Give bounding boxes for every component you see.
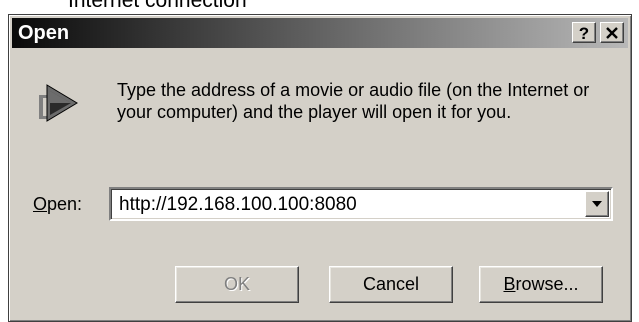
browse-accesskey: B [503, 274, 516, 294]
browse-label-rest: rowse... [515, 274, 579, 294]
open-label-rest: pen: [47, 194, 83, 214]
description-text: Type the address of a movie or audio fil… [117, 80, 590, 122]
title-bar[interactable]: Open ? [12, 18, 628, 48]
background-text: Internet connection [68, 0, 247, 12]
open-address-combobox[interactable]: http://192.168.100.100:8080 [109, 187, 613, 221]
open-address-input[interactable]: http://192.168.100.100:8080 [119, 194, 357, 216]
media-player-icon [39, 84, 78, 122]
dialog-title: Open [18, 22, 70, 44]
ok-button[interactable]: OK [175, 266, 299, 303]
chevron-down-icon [592, 201, 602, 207]
close-button[interactable] [600, 22, 624, 43]
open-label-accesskey: O [33, 194, 48, 214]
open-dialog: Open ? Type the address of a movie or au… [8, 14, 632, 322]
cancel-button[interactable]: Cancel [329, 266, 453, 303]
dropdown-button[interactable] [585, 191, 609, 217]
close-icon [606, 27, 618, 39]
open-label: Open: [33, 194, 82, 215]
help-button[interactable]: ? [572, 22, 596, 43]
browse-button[interactable]: Browse... [479, 266, 603, 303]
